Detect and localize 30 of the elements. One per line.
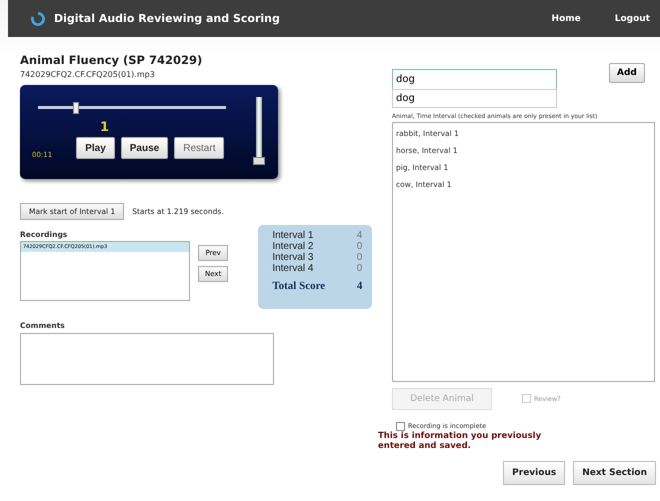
player-button[interactable]: Play [76, 137, 115, 159]
file-name: 742029CFQ2.CF.CFQ205(01).mp3 [20, 70, 156, 79]
interval-score: 0 [356, 252, 362, 263]
interval-label: Interval 1 [272, 230, 314, 241]
footer-button[interactable]: Next Section [573, 460, 656, 484]
page-title: Animal Fluency (SP 742029) [20, 53, 204, 67]
interval-score: 0 [356, 263, 362, 274]
total-score: 4 [356, 280, 362, 292]
saved-note: This is information you previously entered and saved. [378, 430, 542, 450]
animal-input[interactable]: dog [392, 68, 557, 90]
interval-label: Interval 4 [272, 263, 314, 274]
volume-slider[interactable] [253, 97, 265, 165]
comments-field[interactable] [20, 333, 274, 385]
interval-label: Interval 3 [272, 252, 314, 263]
app-title: Digital Audio Reviewing and Scoring [54, 12, 281, 25]
player-button[interactable]: Pause [120, 137, 168, 159]
nav-link[interactable]: Logout [614, 14, 650, 24]
suggestion-item[interactable]: dog [393, 90, 556, 107]
slider-thumb[interactable] [72, 102, 79, 114]
interval-score: 4 [356, 230, 362, 241]
volume-thumb[interactable] [253, 157, 265, 165]
total-label: Total Score [272, 280, 326, 292]
footer-button[interactable]: Previous [503, 460, 566, 484]
logo-icon [30, 10, 46, 26]
nav-link[interactable]: Home [552, 14, 581, 24]
interval-label: Interval 2 [272, 241, 314, 252]
interval-marker: 1 [100, 120, 110, 135]
incomplete-checkbox[interactable] [396, 422, 405, 430]
interval-score: 0 [356, 241, 362, 252]
add-button[interactable]: Add [609, 63, 645, 83]
